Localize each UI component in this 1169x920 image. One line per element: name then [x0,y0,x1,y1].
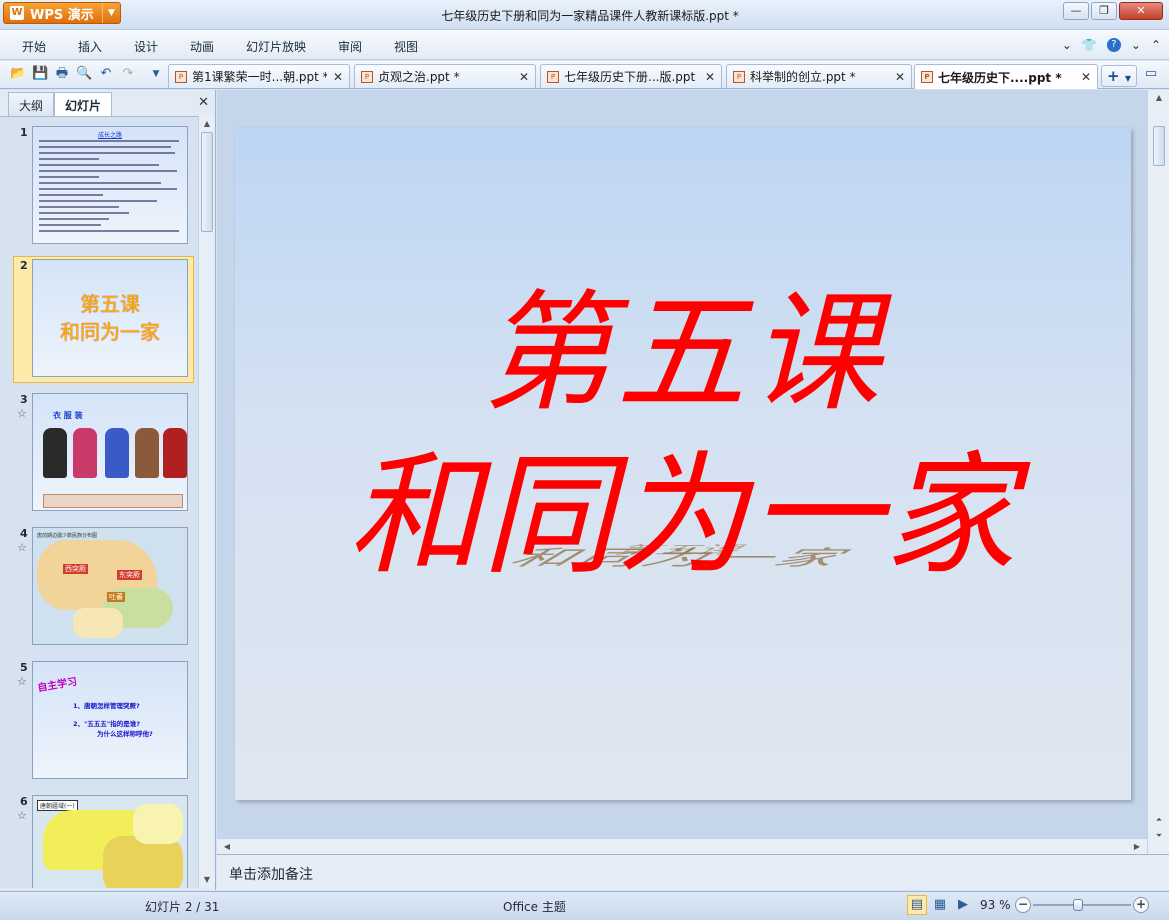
document-tab-2[interactable]: P 贞观之治.ppt * ✕ [354,64,536,88]
skin-shirt-icon[interactable]: 👕 [1082,38,1097,52]
redo-icon[interactable]: ↷ [120,66,136,82]
animation-star-icon: ☆ [17,541,27,554]
maximize-button[interactable]: ❐ [1091,2,1117,20]
close-tab-icon[interactable]: ✕ [705,70,715,84]
menu-animation[interactable]: 动画 [190,38,214,55]
document-tab-5[interactable]: P 七年级历史下....ppt * ✕ [914,64,1098,89]
scroll-up-icon[interactable]: ▲ [201,118,213,130]
ppt-file-icon: P [733,70,745,83]
animation-star-icon: ☆ [17,407,27,420]
slide-6-preview: 唐朝疆域(一) [32,795,188,888]
close-tab-icon[interactable]: ✕ [1081,70,1091,84]
slide-vertical-scrollbar[interactable]: ▲ ⏶ ⏷ [1147,90,1169,854]
slide-title[interactable]: 第五课 [235,283,1131,423]
slide-3-preview: 衣 服 装 [32,393,188,511]
notes-placeholder[interactable]: 单击添加备注 [229,864,313,884]
slide-thumbnail-list: 1 成长之路 2 第五课 和同为一家 3 ☆ 衣 服 装 4 ☆ 唐前期边疆少数… [0,116,198,888]
zoom-level: 93 % [980,898,1011,912]
chevron-down-icon: ▼ [102,3,120,23]
slide-editor: 第五课 和同为一家 第五课 和同为一家 ▲ ⏶ ⏷ ◀ ▶ [217,90,1169,854]
slide-5-preview: 自主学习 1、唐朝怎样管理突厥? 2、"五五五"指的是谁? 为什么这样称呼他? [32,661,188,779]
current-slide[interactable]: 第五课 和同为一家 第五课 和同为一家 [235,128,1131,800]
collapse-ribbon-icon[interactable]: ⌃ [1151,38,1161,52]
close-tab-icon[interactable]: ✕ [333,70,343,84]
animation-star-icon: ☆ [17,809,27,822]
document-tab-3[interactable]: P 七年级历史下册...版.ppt * ✕ [540,64,722,88]
menu-view[interactable]: 视图 [394,38,418,55]
notes-pane[interactable]: 单击添加备注 [217,854,1169,890]
next-slide-icon[interactable]: ⏷ [1153,830,1165,842]
scroll-up-icon[interactable]: ▲ [1153,92,1165,104]
scrollbar-thumb[interactable] [1153,126,1165,166]
app-name: WPS 演示 [30,7,94,23]
close-tab-icon[interactable]: ✕ [895,70,905,84]
print-icon[interactable]: 🖶 [54,66,70,82]
close-tab-icon[interactable]: ✕ [519,70,529,84]
slide-subtitle[interactable]: 和同为一家 [235,446,1131,586]
scroll-left-icon[interactable]: ◀ [221,841,233,853]
zoom-slider-knob[interactable] [1073,899,1084,911]
undo-icon[interactable]: ↶ [98,66,114,82]
close-panel-icon[interactable]: ✕ [198,95,209,110]
window-title: 七年级历史下册和同为一家精品课件人教新课标版.ppt * [441,9,739,23]
open-folder-icon[interactable]: 📂 [10,66,26,82]
slideshow-view-icon[interactable]: ▶ [953,895,973,915]
zoom-in-button[interactable]: + [1133,897,1149,913]
document-tab-4[interactable]: P 科举制的创立.ppt * ✕ [726,64,912,88]
slide-4-preview: 唐前期边疆少数民族分布图 西突厥 东突厥 吐蕃 [32,527,188,645]
title-bar: W WPS 演示 ▼ 七年级历史下册和同为一家精品课件人教新课标版.ppt * … [0,0,1169,30]
menu-insert[interactable]: 插入 [78,38,102,55]
chevron-down-icon[interactable]: ⌄ [1062,38,1072,52]
print-preview-icon[interactable]: 🔍 [76,66,92,82]
minimize-button[interactable]: — [1063,2,1089,20]
tab-list-icon[interactable]: ▭ [1143,66,1159,82]
close-window-button[interactable]: ✕ [1119,2,1163,20]
tab-slides[interactable]: 幻灯片 [54,92,113,116]
document-tab-bar: 📂 💾 🖶 🔍 ↶ ↷ ▼ P 第1课繁荣一时...朝.ppt * ✕ P 贞观… [0,61,1169,89]
animation-star-icon: ☆ [17,675,27,688]
chevron-down-icon[interactable]: ⌄ [1131,38,1141,52]
menu-slideshow[interactable]: 幻灯片放映 [246,38,306,55]
slide-2-line2: 和同为一家 [60,320,160,344]
menu-bar: 开始 插入 设计 动画 幻灯片放映 审阅 视图 ⌄ 👕 ? ⌄ ⌃ [0,30,1169,60]
save-icon[interactable]: 💾 [32,66,48,82]
thumbnail-scrollbar[interactable]: ▲ ▼ [198,116,214,888]
scroll-right-icon[interactable]: ▶ [1131,841,1143,853]
toolbar-dropdown-icon[interactable]: ▼ [148,66,164,82]
zoom-out-button[interactable]: − [1015,897,1031,913]
previous-slide-icon[interactable]: ⏶ [1153,814,1165,826]
document-tab-1[interactable]: P 第1课繁荣一时...朝.ppt * ✕ [168,64,350,88]
theme-name: Office 主题 [503,900,566,914]
scroll-down-icon[interactable]: ▼ [201,874,213,886]
scrollbar-thumb[interactable] [201,132,213,232]
slide-2-line1: 第五课 [80,292,140,316]
ppt-file-icon: P [175,70,187,83]
slide-position: 幻灯片 2 / 31 [145,900,220,914]
normal-view-icon[interactable]: ▤ [907,895,927,915]
ppt-file-icon: P [921,71,933,83]
wps-app-menu-button[interactable]: W WPS 演示 ▼ [3,2,121,24]
slide-horizontal-scrollbar[interactable]: ◀ ▶ [217,838,1147,854]
ppt-file-icon: P [547,70,559,83]
menu-review[interactable]: 审阅 [338,38,362,55]
slide-2-preview: 第五课 和同为一家 [32,259,188,377]
slide-4-title: 唐前期边疆少数民族分布图 [37,533,98,539]
tab-outline[interactable]: 大纲 [8,92,55,116]
menu-design[interactable]: 设计 [134,38,158,55]
slide-3-title: 衣 服 装 [53,411,83,420]
slide-1-title: 成长之路 [97,132,122,139]
slide-sorter-view-icon[interactable]: ▦ [930,895,950,915]
slide-5-side-title: 自主学习 [36,676,78,695]
help-icon[interactable]: ? [1106,38,1121,52]
ppt-file-icon: P [361,70,373,83]
new-tab-button[interactable]: + ▼ [1101,65,1137,87]
menu-start[interactable]: 开始 [22,38,46,55]
slide-panel: 大纲 幻灯片 ✕ 1 成长之路 2 第五课 和同为一家 3 ☆ 衣 服 装 4 … [0,90,216,890]
slide-1-preview: 成长之路 [32,126,188,244]
wps-logo-icon: W [10,6,24,20]
status-bar: 幻灯片 2 / 31 Office 主题 ▤ ▦ ▶ 93 % − + [0,891,1169,920]
